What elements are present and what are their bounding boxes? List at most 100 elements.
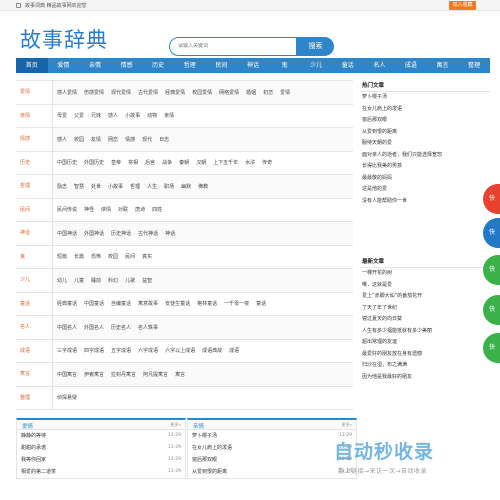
category-link[interactable]: 神话 (165, 230, 175, 237)
category-link[interactable]: 阿凡提寓言 (143, 371, 168, 378)
nav-item[interactable]: 鬼 (269, 58, 301, 73)
category-link[interactable]: 爱情 (280, 89, 290, 96)
category-link[interactable]: 唐诗 (135, 206, 145, 213)
category-name[interactable]: 寓言 (16, 363, 53, 386)
category-link[interactable]: 长篇 (74, 253, 84, 260)
category-link[interactable]: 恐怖 (91, 253, 101, 260)
category-link[interactable]: 六字成语 (138, 347, 158, 354)
article-link[interactable]: 服侍天朝的爱 (360, 138, 490, 150)
article-link[interactable]: 相爱的第二道茶 11-29 (17, 466, 185, 478)
category-link[interactable]: 兄妹 (91, 112, 101, 119)
nav-item[interactable]: 成语 (395, 58, 427, 73)
category-link[interactable]: 佛教 (198, 183, 208, 190)
nav-item[interactable]: 亲情 (79, 58, 111, 73)
category-link[interactable]: 水浒 (245, 159, 255, 166)
category-link[interactable]: 幽默 (181, 183, 191, 190)
category-link[interactable]: 将相 (128, 159, 138, 166)
article-link[interactable]: 萝卜缨子汤 (360, 92, 490, 104)
category-name[interactable]: 情感 (16, 128, 53, 151)
article-link[interactable]: 这是他的爱 (360, 184, 490, 196)
category-link[interactable]: 动物 (147, 112, 157, 119)
category-link[interactable]: 四字成语 (84, 347, 104, 354)
nav-item[interactable]: 寓言 (427, 58, 459, 73)
category-link[interactable]: 侦探悬疑 (57, 394, 77, 401)
category-link[interactable]: 寓意故事 (138, 300, 158, 307)
category-link[interactable]: 感人 (108, 112, 118, 119)
category-link[interactable]: 自编童话 (111, 300, 131, 307)
category-link[interactable]: 民间传说 (57, 206, 77, 213)
category-link[interactable]: 中国名人 (57, 324, 77, 331)
category-link[interactable]: 寓言 (175, 371, 185, 378)
nav-item[interactable]: 少儿 (300, 58, 332, 73)
article-link[interactable]: 萝卜缨子汤 11-29 (188, 430, 356, 442)
category-link[interactable]: 中国童话 (84, 300, 104, 307)
category-name[interactable]: 哲理 (16, 175, 53, 198)
category-link[interactable]: 感人 (57, 136, 67, 143)
article-link[interactable]: 唯，这就是爱 (360, 280, 490, 292)
more-link[interactable]: 更多» (342, 422, 352, 428)
category-link[interactable]: 安徒生童话 (165, 300, 190, 307)
article-link[interactable]: 窗后那双眼 11-29 (188, 454, 356, 466)
category-link[interactable]: 职场 (164, 183, 174, 190)
search-button[interactable]: 搜索 (297, 37, 334, 56)
category-link[interactable]: 婚姻 (246, 89, 256, 96)
article-link[interactable]: 长得比我美的男孩 (360, 161, 490, 173)
category-link[interactable]: 短篇 (57, 253, 67, 260)
category-link[interactable]: 科幻 (108, 277, 118, 284)
category-link[interactable]: 现代 (142, 136, 152, 143)
nav-item[interactable]: 名人 (364, 58, 396, 73)
more-link[interactable]: 更多» (171, 422, 181, 428)
article-link[interactable]: 没有人能帮助你一世 (360, 196, 490, 208)
category-link[interactable]: 哲理 (130, 183, 140, 190)
category-link[interactable]: 神怪 (84, 206, 94, 213)
category-link[interactable]: 智慧 (74, 183, 84, 190)
article-link[interactable]: 因为他是我最好的朋友 (360, 372, 490, 384)
article-link[interactable]: 在女儿肩上的泼语 11-29 (188, 442, 356, 454)
category-link[interactable]: 民间 (125, 253, 135, 260)
article-link[interactable]: 镜过夏天的向日葵 (360, 314, 490, 326)
category-link[interactable]: 益智 (142, 277, 152, 284)
article-link[interactable]: 最最敬的妈妈 (360, 173, 490, 185)
category-link[interactable]: 古代神话 (138, 230, 158, 237)
category-link[interactable]: 传奇 (262, 159, 272, 166)
category-link[interactable]: 儿童 (74, 277, 84, 284)
article-link[interactable]: 人生有多少福能抵就有多少美丽 (360, 326, 490, 338)
category-link[interactable]: 童话 (256, 300, 266, 307)
bottom-panel-title[interactable]: 亲情 (193, 422, 204, 430)
category-link[interactable]: 历史名人 (111, 324, 131, 331)
article-link[interactable]: 静静的等待 11-29 (17, 430, 185, 442)
home-icon[interactable] (16, 3, 21, 8)
nav-item[interactable]: 神话 (237, 58, 269, 73)
category-name[interactable]: 神话 (16, 222, 53, 245)
category-name[interactable]: 整理 (16, 386, 53, 409)
article-link[interactable]: 归沙在湿，布之满满 (360, 360, 490, 372)
category-link[interactable]: 人生 (147, 183, 157, 190)
category-link[interactable]: 亲情 (164, 112, 174, 119)
float-share-button[interactable]: 快 (483, 218, 500, 248)
category-link[interactable]: 格林童话 (197, 300, 217, 307)
nav-item[interactable]: 首页 (16, 58, 48, 73)
category-link[interactable]: 经典爱情 (165, 89, 185, 96)
category-link[interactable]: 真实 (142, 253, 152, 260)
article-link[interactable]: 从爱到恨的距离 (360, 127, 490, 139)
category-name[interactable]: 成语 (16, 339, 53, 362)
category-link[interactable]: 校园 (74, 136, 84, 143)
category-link[interactable]: 情感 (125, 136, 135, 143)
add-favorite-button[interactable]: 加入收藏 (449, 1, 476, 10)
category-link[interactable]: 现代爱情 (111, 89, 131, 96)
article-link[interactable]: 超出常理的友谊 (360, 337, 490, 349)
category-link[interactable]: 秦朝 (179, 159, 189, 166)
category-link[interactable]: 中国神话 (57, 230, 77, 237)
float-share-button[interactable]: 快 (483, 184, 500, 214)
article-link[interactable]: 在女儿肩上的泼语 (360, 104, 490, 116)
category-link[interactable]: 战争 (162, 159, 172, 166)
category-link[interactable]: 成语 (229, 347, 239, 354)
category-link[interactable]: 小故事 (108, 183, 123, 190)
article-link[interactable]: 一棵开花的树 (360, 268, 490, 280)
category-link[interactable]: 中国寓言 (57, 371, 77, 378)
category-name[interactable]: 爱情 (16, 81, 53, 104)
nav-item[interactable]: 历史 (142, 58, 174, 73)
category-link[interactable]: 中国历史 (57, 159, 77, 166)
category-link[interactable]: 拉封丹寓言 (111, 371, 136, 378)
category-link[interactable]: 侠情 (101, 206, 111, 213)
